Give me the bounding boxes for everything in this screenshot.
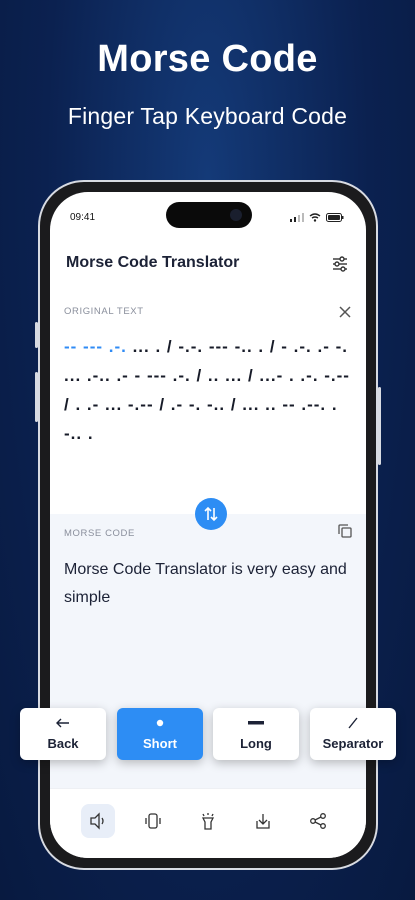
- share-button[interactable]: [301, 804, 335, 838]
- sliders-icon[interactable]: [330, 254, 350, 274]
- swap-button[interactable]: [195, 498, 227, 530]
- page-title: Morse Code Translator: [66, 254, 240, 271]
- phone-side-button: [35, 372, 38, 422]
- swap-icon: [204, 506, 218, 522]
- status-time: 09:41: [70, 212, 96, 223]
- download-icon: [256, 813, 270, 829]
- vibrate-button[interactable]: [136, 804, 170, 838]
- dynamic-island: [166, 202, 252, 228]
- back-key-label: Back: [47, 736, 79, 751]
- original-text-label: ORIGINAL TEXT: [64, 306, 144, 317]
- status-bar: 09:41: [50, 192, 366, 232]
- phone-frame: 09:41 Morse Code Translator ORIGINAL TEX…: [35, 180, 381, 870]
- original-text-section[interactable]: ORIGINAL TEXT -- --- .-. ... . / -.-. --…: [50, 302, 366, 522]
- long-key[interactable]: Long: [213, 708, 299, 760]
- bottom-toolbar: [50, 788, 366, 858]
- battery-icon: [326, 213, 344, 222]
- short-key[interactable]: Short: [117, 708, 203, 760]
- signal-icon: [290, 213, 304, 222]
- separator-key-label: Separator: [322, 736, 384, 751]
- download-button[interactable]: [246, 804, 280, 838]
- phone-side-button: [378, 387, 381, 465]
- flashlight-button[interactable]: [191, 804, 225, 838]
- slash-icon: [348, 717, 358, 729]
- morse-code-output: Morse Code Translator is very easy and s…: [64, 561, 347, 606]
- morse-keypad: Back Short Long Separator: [20, 708, 396, 760]
- arrow-left-icon: [56, 718, 69, 728]
- promo-headline: Morse Code: [97, 38, 318, 80]
- highlighted-code: -- --- .-.: [64, 337, 127, 356]
- short-key-label: Short: [143, 736, 177, 751]
- camera-icon: [230, 209, 242, 221]
- morse-code-section: MORSE CODE Morse Code Translator is very…: [50, 514, 366, 814]
- dot-icon: [156, 719, 164, 727]
- long-key-label: Long: [240, 736, 272, 751]
- vibrate-icon: [145, 812, 161, 829]
- wifi-icon: [309, 213, 321, 222]
- share-icon: [310, 812, 327, 829]
- dash-icon: [248, 721, 264, 725]
- back-key[interactable]: Back: [20, 708, 106, 760]
- speaker-icon: [89, 811, 104, 830]
- morse-code-label: MORSE CODE: [64, 528, 135, 539]
- flashlight-icon: [201, 812, 215, 830]
- original-text-content[interactable]: -- --- .-. ... . / -.-. --- -.. . / - .-…: [64, 332, 352, 448]
- phone-side-button: [35, 322, 38, 348]
- close-icon[interactable]: [338, 305, 352, 319]
- separator-key[interactable]: Separator: [310, 708, 396, 760]
- speaker-button[interactable]: [80, 803, 115, 838]
- promo-subline: Finger Tap Keyboard Code: [67, 103, 348, 129]
- status-icons: [290, 213, 344, 222]
- app-bar: Morse Code Translator: [50, 254, 366, 284]
- copy-icon[interactable]: [338, 524, 352, 538]
